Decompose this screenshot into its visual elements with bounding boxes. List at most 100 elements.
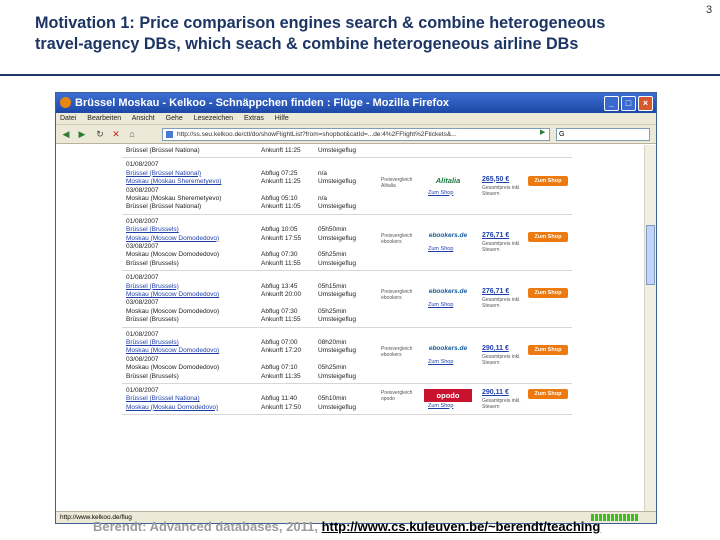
footer-link[interactable]: http://www.cs.kuleuven.be/~berendt/teach… — [322, 519, 601, 534]
service-label: Preisvergleich opodo — [381, 389, 413, 402]
price-note: Gesamtpreis inkl. Steuern — [482, 240, 521, 253]
flight-location[interactable]: Moskau (Moscow Domodedovo) — [126, 235, 219, 243]
flight-duration: Umsteigeflug — [318, 259, 356, 267]
footer-text: Berendt: Advanced databases, 2011, — [93, 519, 322, 534]
page-icon — [166, 131, 173, 138]
row-divider — [122, 326, 572, 328]
flight-time: Abflug 07:10 — [261, 364, 298, 372]
flight-time: Ankunft 11:55 — [261, 259, 301, 267]
stop-icon[interactable]: ✕ — [110, 128, 122, 140]
row-divider — [122, 270, 572, 272]
flight-time: Ankunft 20:00 — [261, 290, 302, 298]
menu-hilfe[interactable]: Hilfe — [275, 115, 289, 122]
flight-result: 01/08/2007 Brüssel (Brussels) Abflug 13:45… — [56, 272, 644, 328]
agency-shop-link[interactable]: Zum Shop — [428, 246, 453, 252]
menu-datei[interactable]: Datei — [60, 115, 76, 122]
search-input[interactable]: G — [556, 128, 650, 141]
flight-location[interactable]: Brüssel (Brüssel Nationa) — [126, 395, 200, 403]
flight-location[interactable]: Moskau (Moscow Domodedovo) — [126, 347, 219, 355]
flight-result: 01/08/2007 Brüssel (Brussels) Abflug 10:05… — [56, 216, 644, 272]
flight-time: Abflug 07:00 — [261, 338, 298, 346]
flight-time: Ankunft 17:50 — [261, 403, 302, 411]
flight-time: Abflug 11:40 — [261, 395, 298, 403]
flight-location[interactable]: Moskau (Moskau Sheremetyevo) — [126, 178, 221, 186]
home-icon[interactable]: ⌂ — [126, 128, 138, 140]
flight-price[interactable]: 276,71 € — [482, 288, 509, 295]
price-note: Gesamtpreis inkl. Steuern — [482, 297, 521, 310]
service-label: Preisvergleich ebookers — [381, 232, 413, 245]
title-divider — [0, 74, 720, 76]
flight-time: Abflug 10:05 — [261, 226, 298, 234]
flight-location: Brüssel (Brussels) — [126, 372, 179, 380]
price-note: Gesamtpreis inkl. Steuern — [482, 184, 521, 197]
flight-location: 01/08/2007 — [126, 161, 159, 169]
flight-duration: 05h10min — [318, 395, 347, 403]
flight-duration: 08h20min — [318, 338, 347, 346]
flight-time: Abflug 05:10 — [261, 194, 298, 202]
close-icon[interactable]: × — [638, 96, 653, 111]
flight-location: 01/08/2007 — [126, 387, 159, 394]
flight-price[interactable]: 265,50 € — [482, 176, 509, 183]
flight-location[interactable]: Brüssel (Brüssel National) — [126, 170, 201, 178]
agency-shop-link[interactable]: Zum Shop — [428, 302, 453, 308]
menu-ansicht[interactable]: Ansicht — [132, 115, 155, 122]
maximize-icon[interactable]: □ — [621, 96, 636, 111]
reload-icon[interactable]: ↻ — [94, 128, 106, 140]
zum-shop-button[interactable]: Zum Shop — [528, 175, 568, 186]
flight-location[interactable]: Moskau (Moskau Domodedovo) — [126, 404, 218, 412]
agency-logo[interactable]: opodo — [424, 388, 472, 402]
agency-logo[interactable]: ebookers.de — [424, 232, 472, 239]
slide-number: 3 — [706, 4, 713, 16]
flight-duration: Umsteigeflug — [318, 316, 356, 324]
forward-icon[interactable]: ▶ — [76, 128, 88, 140]
zum-shop-button[interactable]: Zum Shop — [528, 231, 568, 242]
flight-location[interactable]: Brüssel (Brussels) — [126, 283, 179, 291]
agency-shop-link[interactable]: Zum Shop — [428, 359, 453, 365]
flight-location: Brüssel (Brussels) — [126, 259, 179, 267]
menu-lesezeichen[interactable]: Lesezeichen — [194, 115, 233, 122]
flight-duration: Umsteigeflug — [318, 234, 356, 242]
row-divider — [122, 414, 572, 416]
zum-shop-button[interactable]: Zum Shop — [528, 344, 568, 355]
zum-shop-button[interactable]: Zum Shop — [528, 288, 568, 299]
agency-logo[interactable]: ebookers.de — [424, 288, 472, 295]
flight-time: Ankunft 11:35 — [261, 372, 301, 380]
flight-location: Moskau (Moscow Domodedovo) — [126, 251, 220, 259]
agency-shop-link[interactable]: Zum Shop — [428, 190, 453, 196]
menu-bearbeiten[interactable]: Bearbeiten — [87, 115, 121, 122]
flight-result: 01/08/2007 Brüssel (Brüssel National) Abfl… — [56, 159, 644, 215]
flight-location: 01/08/2007 — [126, 274, 159, 282]
flight-location[interactable]: Brüssel (Brussels) — [126, 339, 179, 347]
vertical-scrollbar[interactable] — [644, 145, 656, 511]
flight-price[interactable]: 290,11 € — [482, 389, 509, 396]
minimize-icon[interactable]: _ — [604, 96, 619, 111]
price-note: Gesamtpreis inkl. Steuern — [482, 397, 521, 410]
back-icon[interactable]: ◀ — [60, 128, 72, 140]
flight-location: Brüssel (Brussels) — [126, 316, 179, 324]
flight-price[interactable]: 276,71 € — [482, 232, 509, 239]
agency-logo[interactable]: Alitalia — [424, 176, 472, 185]
menu-gehe[interactable]: Gehe — [166, 115, 183, 122]
flight-location: 01/08/2007 — [126, 330, 159, 338]
row-divider — [122, 157, 572, 159]
flight-price[interactable]: 290,11 € — [482, 345, 509, 352]
flight-location[interactable]: Moskau (Moscow Domodedovo) — [126, 291, 219, 299]
address-bar[interactable]: http://ss.seu.kelkoo.de/ctl/do/showFligh… — [162, 128, 550, 141]
zum-shop-button[interactable]: Zum Shop — [528, 388, 568, 399]
flight-time: Ankunft 11:55 — [261, 316, 301, 324]
flight-location: Moskau (Moskau Sheremetyevo) — [126, 194, 222, 202]
flight-location: 03/08/2007 — [126, 355, 159, 363]
flight-location[interactable]: Brüssel (Brussels) — [126, 226, 179, 234]
flight-location: 03/08/2007 — [126, 186, 159, 194]
agency-shop-link[interactable]: Zum Shop — [428, 403, 453, 409]
flight-time: Ankunft 17:20 — [261, 347, 302, 355]
row-divider — [122, 213, 572, 215]
flight-result: 01/08/2007 Brüssel (Brussels) Abflug 07:00… — [56, 329, 644, 385]
go-button[interactable]: ▶ — [540, 128, 545, 136]
scrollbar-thumb[interactable] — [646, 225, 655, 285]
results-page: Brüssel (Brüssel Nationa) Ankunft 11:25 Um… — [56, 145, 644, 511]
agency-logo[interactable]: ebookers.de — [424, 345, 472, 352]
flight-duration: Umsteigeflug — [318, 403, 356, 411]
menu-extras[interactable]: Extras — [244, 115, 264, 122]
service-label: Preisvergleich ebookers — [381, 345, 413, 358]
